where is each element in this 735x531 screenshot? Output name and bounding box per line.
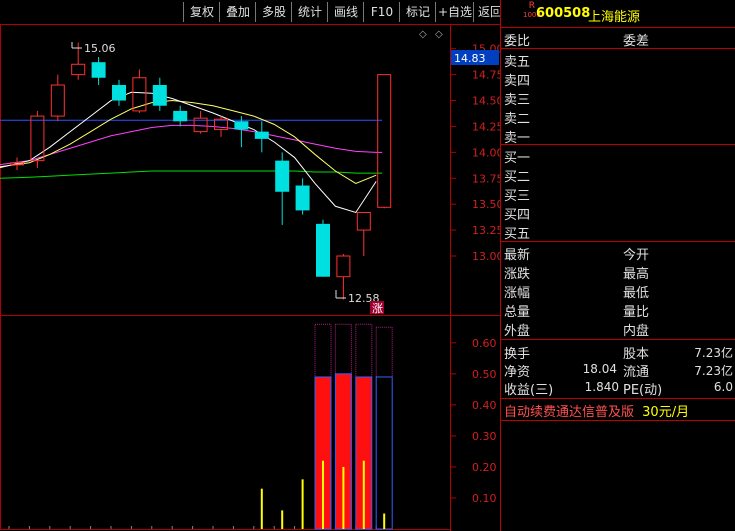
volume-bars (260, 323, 393, 530)
toolbar-button-2[interactable]: 多股 (255, 2, 292, 22)
buy-level-1: 买一 (504, 151, 531, 166)
toolbar-button-1[interactable]: 叠加 (219, 2, 256, 22)
candle (377, 74, 392, 209)
guben-label: 股本 (623, 347, 650, 362)
shouyi-label: 收益(三) (504, 383, 554, 398)
buy-level-5: 买五 (504, 227, 531, 242)
stock-code: 600508 (536, 6, 591, 21)
quote-right-2: 最低 (623, 286, 650, 301)
price-axis: 15.0014.7514.5014.2514.0013.7513.5013.25… (472, 43, 500, 263)
diamond-icon[interactable]: ◇ (419, 29, 427, 40)
volume-tick-label: 0.30 (472, 430, 497, 443)
candle (152, 77, 167, 111)
quote-right-3: 量比 (623, 305, 650, 320)
liutong-label: 流通 (623, 365, 650, 380)
volume-axis: 0.60 0.50 0.40 0.30 0.20 0.10 (472, 337, 497, 505)
toolbar-button-7[interactable]: +自选 (435, 2, 474, 22)
sell-level-4: 卖四 (504, 74, 531, 89)
pe-value: 6.0 (713, 380, 733, 394)
ma-magenta-line (0, 124, 383, 166)
stock-header[interactable]: R 1000 600508 上海能源 (501, 0, 735, 27)
chart-area[interactable]: ◇ ◇ 15.0014.7514.5014.2514.0013.7513.501… (0, 0, 500, 531)
price-tick-label: 14.50 (472, 95, 500, 108)
price-tick-label: 14.25 (472, 120, 500, 133)
toolbar-button-6[interactable]: 标记 (399, 2, 436, 22)
sell-level-2: 卖二 (504, 112, 531, 127)
toolbar-button-5[interactable]: F10 (363, 2, 400, 22)
candle (173, 105, 188, 127)
volume-cap (375, 326, 393, 378)
volume-cap (334, 323, 352, 375)
ma-green-line (0, 170, 383, 179)
price-tick-label: 13.50 (472, 198, 500, 211)
sell-level-3: 卖三 (504, 93, 531, 108)
buy-level-4: 买四 (504, 208, 531, 223)
chart-frame (0, 24, 451, 530)
price-tick-label: 14.75 (472, 69, 500, 82)
volume-bar (375, 326, 393, 530)
buy-level-3: 买三 (504, 189, 531, 204)
volume-tick-label: 0.40 (472, 399, 497, 412)
volume-tick-label: 0.10 (472, 492, 497, 505)
toolbar-button-0[interactable]: 复权 (183, 2, 220, 22)
candle (112, 79, 126, 106)
quote-left-3: 总量 (504, 305, 531, 320)
jingzi-label: 净资 (504, 365, 531, 380)
quote-panel: R 1000 600508 上海能源 委比 委差 卖五 卖四 卖三 卖二 卖一 买一 买二… (500, 0, 735, 531)
zhang-label: 涨 (372, 302, 383, 315)
huanshou-label: 换手 (504, 347, 531, 362)
candle (316, 219, 330, 277)
guben-value: 7.23亿 (694, 346, 733, 360)
toolbar-button-4[interactable]: 画线 (327, 2, 364, 22)
weibi-label: 委比 (504, 34, 531, 49)
candle (295, 178, 310, 215)
promo-link[interactable]: 自动续费通达信普及版 30元/月 (504, 401, 689, 420)
candle (234, 116, 249, 148)
toolbar-button-3[interactable]: 统计 (291, 2, 328, 22)
stock-name: 上海能源 (588, 10, 641, 25)
volume-body (375, 376, 393, 530)
volume-grid (8, 342, 456, 529)
collapse-icon[interactable]: ◇ (435, 29, 443, 40)
candle (254, 121, 269, 153)
candle (193, 110, 208, 134)
quote-right-0: 今开 (623, 248, 650, 263)
volume-tick-label: 0.20 (472, 461, 497, 474)
weicha-label: 委差 (623, 34, 650, 49)
pe-label: PE(动) (623, 383, 663, 398)
toolbar: 复权 叠加 多股 统计 画线 F10 标记 +自选 返回 (0, 0, 502, 24)
promo-price: 30元/月 (642, 405, 690, 420)
shouyi-value: 1.840 (584, 380, 619, 394)
buy-level-2: 买二 (504, 170, 531, 185)
moving-averages (0, 91, 383, 214)
quote-left-4: 外盘 (504, 324, 531, 339)
candle (356, 211, 371, 256)
volume-cap (355, 323, 373, 378)
jingzi-value: 18.04 (582, 362, 617, 376)
candle (275, 152, 290, 225)
quote-right-1: 最高 (623, 267, 650, 282)
price-tick-label: 14.00 (472, 146, 500, 159)
candle (50, 74, 65, 122)
price-tick-label: 13.75 (472, 172, 500, 185)
volume-tick-label: 0.50 (472, 368, 497, 381)
liutong-value: 7.23亿 (694, 364, 733, 378)
volume-tick-label: 0.60 (472, 337, 497, 350)
high-label: 15.06 (84, 42, 116, 55)
promo-text: 自动续费通达信普及版 (504, 405, 635, 420)
price-tick-label: 13.25 (472, 224, 500, 237)
volume-cap (314, 323, 332, 378)
candle (91, 57, 106, 85)
price-grid (451, 48, 456, 257)
quote-left-0: 最新 (504, 248, 531, 263)
price-tick-label: 13.00 (472, 250, 500, 263)
current-price-label: 14.83 (454, 52, 486, 65)
sell-level-5: 卖五 (504, 55, 531, 70)
quote-left-2: 涨幅 (504, 286, 531, 301)
quote-left-1: 涨跌 (504, 267, 531, 282)
quote-right-4: 内盘 (623, 324, 650, 339)
